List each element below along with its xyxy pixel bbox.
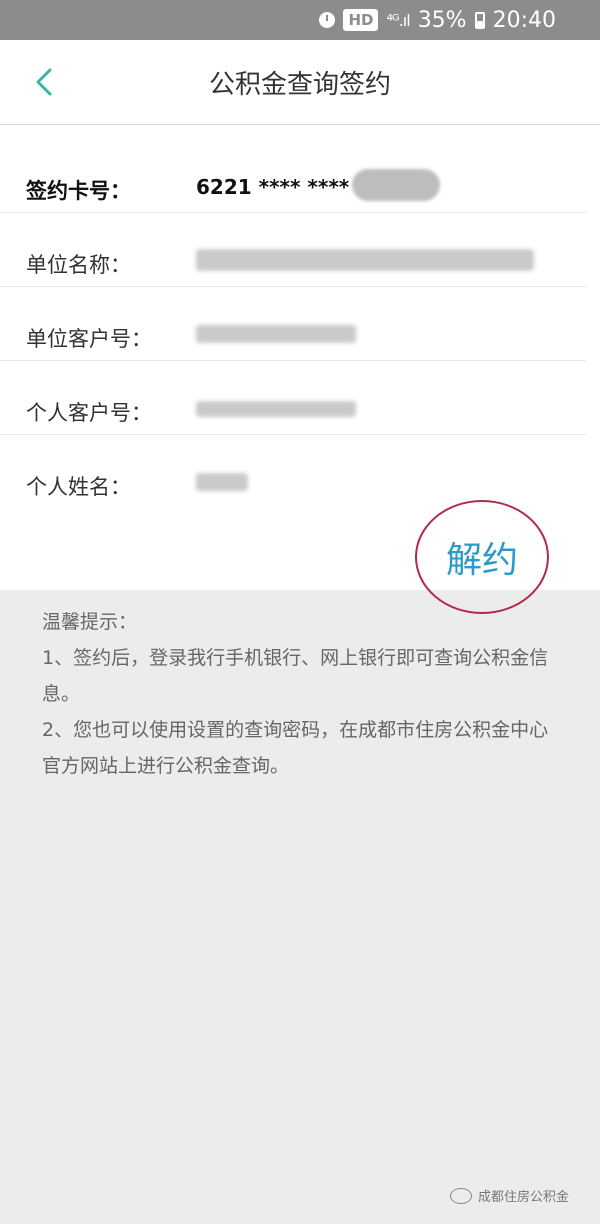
hd-badge: HD	[343, 9, 379, 31]
battery-icon	[474, 11, 485, 29]
tips-line-2: 2、您也可以使用设置的查询密码，在成都市住房公积金中心官方网站上进行公积金查询。	[42, 719, 549, 777]
company-name-row: 单位名称：	[0, 213, 600, 287]
personal-id-label: 个人客户号：	[26, 401, 152, 425]
company-name-label: 单位名称：	[26, 253, 131, 277]
company-id-redacted	[196, 325, 356, 343]
tips-title: 温馨提示：	[42, 611, 138, 633]
watermark: 成都住房公积金	[450, 1186, 569, 1205]
card-number-label: 签约卡号：	[26, 179, 131, 203]
alarm-icon	[319, 12, 336, 28]
company-id-label: 单位客户号：	[26, 327, 152, 351]
personal-name-label: 个人姓名：	[26, 475, 131, 499]
card-number-row: 签约卡号： 6221 **** ****	[0, 139, 600, 213]
page-title: 公积金查询签约	[208, 70, 391, 100]
battery-percent: 35%	[417, 7, 467, 33]
card-number-value: 6221 **** ****	[196, 175, 350, 199]
personal-id-row: 个人客户号：	[0, 361, 600, 435]
wechat-icon	[450, 1187, 472, 1204]
card-number-mask	[352, 169, 440, 201]
company-name-redacted	[196, 249, 534, 271]
company-id-row: 单位客户号：	[0, 287, 600, 361]
signal-icon: ⁴ᴳ.ıl	[386, 10, 410, 30]
watermark-text: 成都住房公积金	[478, 1190, 570, 1205]
status-time: 20:40	[492, 7, 556, 33]
status-bar: HD ⁴ᴳ.ıl 35% 20:40	[0, 0, 600, 40]
personal-id-redacted	[196, 401, 356, 417]
unbind-button[interactable]: 解约	[415, 500, 549, 614]
app-header: 公积金查询签约	[0, 40, 600, 125]
tips-section: 温馨提示： 1、签约后，登录我行手机银行、网上银行即可查询公积金信息。 2、您也…	[42, 604, 562, 784]
personal-name-row: 个人姓名：	[0, 435, 600, 509]
tips-line-1: 1、签约后，登录我行手机银行、网上银行即可查询公积金信息。	[42, 647, 549, 705]
personal-name-redacted	[196, 473, 248, 491]
